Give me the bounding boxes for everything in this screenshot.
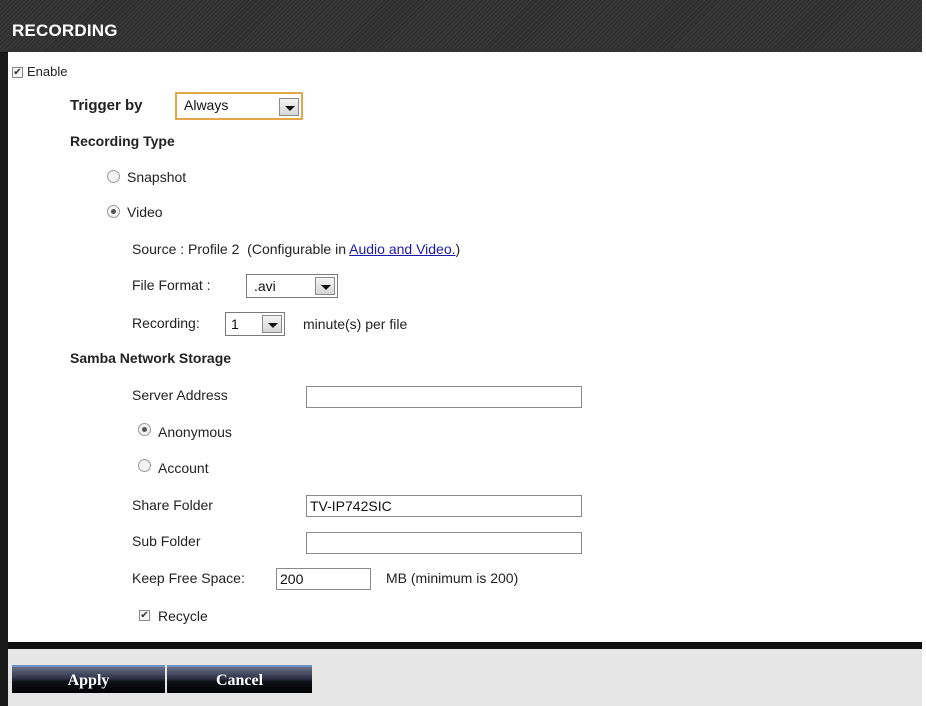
samba-storage-label: Samba Network Storage <box>70 350 232 366</box>
chevron-down-icon[interactable] <box>262 315 282 333</box>
source-line: Source : Profile 2 (Configurable in Audi… <box>132 241 460 257</box>
recording-duration-value: 1 <box>231 316 239 332</box>
footer-divider <box>8 642 922 649</box>
recording-settings-panel: ✔ Enable Trigger by Always Recording Typ… <box>8 52 922 642</box>
section-header: RECORDING <box>0 0 922 53</box>
source-text: Source : Profile 2 (Configurable in <box>132 241 350 257</box>
section-title: RECORDING <box>12 21 118 40</box>
source-suffix: ) <box>455 241 461 257</box>
account-label: Account <box>158 460 209 476</box>
file-format-label: File Format : <box>132 277 211 293</box>
keep-free-space-suffix: MB (minimum is 200) <box>386 570 519 586</box>
trigger-by-select[interactable]: Always <box>175 92 303 120</box>
enable-label: Enable <box>27 64 68 79</box>
recycle-checkbox[interactable]: ✔ <box>139 610 150 621</box>
audio-video-link[interactable]: Audio and Video. <box>349 241 455 257</box>
recording-duration-label: Recording: <box>132 315 200 331</box>
checkmark-icon: ✔ <box>140 610 149 621</box>
keep-free-space-label: Keep Free Space: <box>132 570 245 586</box>
server-address-label: Server Address <box>132 387 228 403</box>
snapshot-label: Snapshot <box>127 169 187 185</box>
trigger-by-label: Trigger by <box>70 97 143 114</box>
apply-button[interactable]: Apply <box>12 665 165 693</box>
keep-free-space-input[interactable] <box>276 568 371 590</box>
recycle-label: Recycle <box>158 608 208 624</box>
right-edge <box>922 0 926 706</box>
anonymous-label: Anonymous <box>158 424 232 440</box>
share-folder-label: Share Folder <box>132 497 213 513</box>
file-format-value: .avi <box>254 278 276 294</box>
file-format-select[interactable]: .avi <box>246 274 338 298</box>
video-label: Video <box>127 204 163 220</box>
trigger-by-value: Always <box>184 97 229 113</box>
checkmark-icon: ✔ <box>13 67 22 78</box>
server-address-input[interactable] <box>306 386 582 408</box>
cancel-button[interactable]: Cancel <box>167 665 312 693</box>
share-folder-input[interactable] <box>306 495 582 517</box>
chevron-down-icon[interactable] <box>315 277 335 295</box>
recording-type-label: Recording Type <box>70 133 175 149</box>
enable-checkbox[interactable]: ✔ <box>12 67 23 78</box>
button-bar: Apply Cancel <box>8 649 922 706</box>
sub-folder-input[interactable] <box>306 532 582 554</box>
recording-duration-select[interactable]: 1 <box>225 312 285 336</box>
chevron-down-icon[interactable] <box>279 98 299 116</box>
anonymous-radio[interactable] <box>138 423 151 436</box>
video-radio[interactable] <box>107 205 120 218</box>
account-radio[interactable] <box>138 459 151 472</box>
snapshot-radio[interactable] <box>107 170 120 183</box>
recording-duration-suffix: minute(s) per file <box>303 316 408 332</box>
sub-folder-label: Sub Folder <box>132 533 201 549</box>
